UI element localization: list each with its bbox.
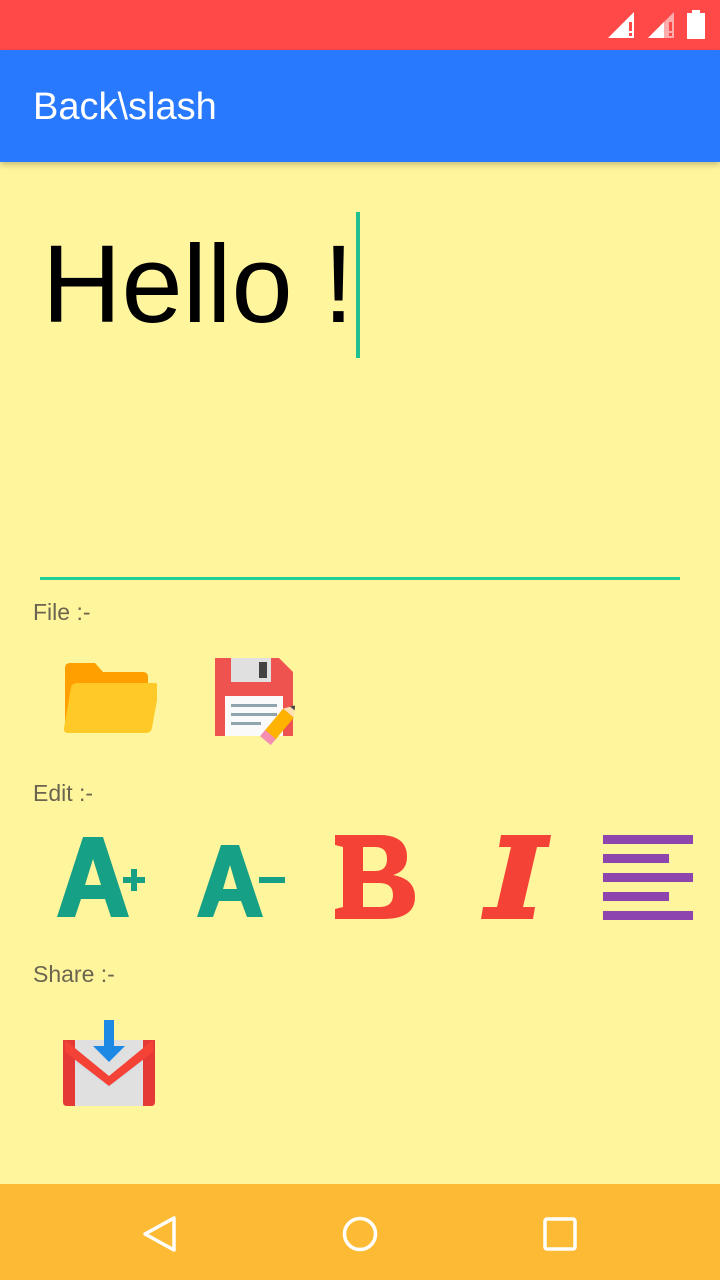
share-section-label: Share :- — [33, 961, 115, 987]
italic-button[interactable] — [458, 827, 568, 927]
align-icon — [603, 835, 693, 920]
bold-icon — [335, 835, 415, 919]
increase-font-icon — [57, 837, 145, 917]
home-circle-icon — [342, 1216, 378, 1252]
app-bar: Back\slash — [0, 50, 720, 162]
save-file-button[interactable] — [196, 648, 306, 748]
editor-text: Hello ! — [42, 223, 354, 346]
signal-icon — [608, 12, 634, 38]
nav-back-button[interactable] — [128, 1202, 192, 1266]
gmail-share-icon — [63, 1020, 155, 1106]
battery-icon — [687, 10, 705, 39]
back-triangle-icon — [143, 1216, 176, 1252]
italic-icon — [481, 835, 551, 919]
text-editor[interactable]: Hello ! — [40, 162, 680, 580]
open-folder-icon — [63, 663, 157, 733]
save-file-icon — [215, 658, 295, 746]
decrease-font-button[interactable] — [184, 827, 294, 927]
editor-underline — [40, 577, 680, 580]
signal-icon-2 — [648, 12, 674, 38]
bold-button[interactable] — [318, 827, 428, 927]
navigation-bar — [0, 1184, 720, 1280]
decrease-font-icon — [197, 845, 285, 917]
text-cursor — [355, 212, 360, 358]
editor-content[interactable]: Hello ! — [42, 212, 360, 358]
gmail-share-button[interactable] — [50, 1014, 160, 1114]
app-title: Back\slash — [33, 86, 217, 128]
nav-recents-button[interactable] — [528, 1202, 592, 1266]
file-section-label: File :- — [33, 599, 91, 625]
open-folder-button[interactable] — [52, 648, 162, 748]
edit-section-label: Edit :- — [33, 780, 94, 806]
increase-font-button[interactable] — [46, 827, 156, 927]
status-bar — [0, 0, 720, 50]
recents-square-icon — [543, 1217, 577, 1251]
align-button[interactable] — [588, 827, 698, 927]
nav-home-button[interactable] — [328, 1202, 392, 1266]
